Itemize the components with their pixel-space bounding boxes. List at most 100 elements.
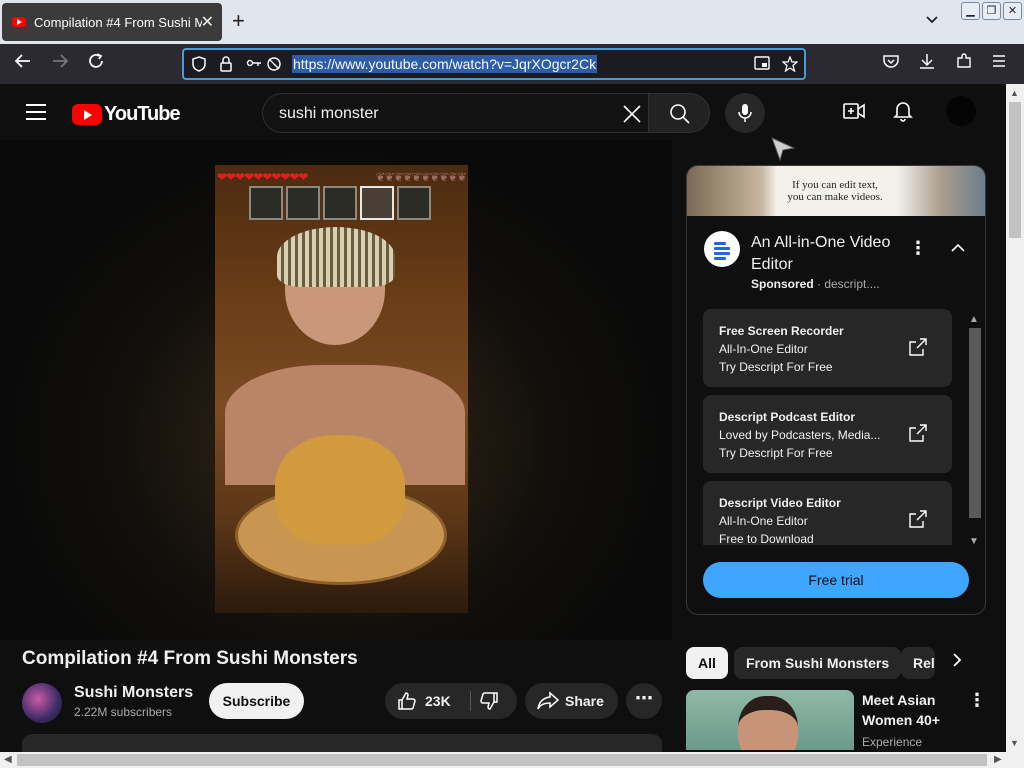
youtube-favicon-icon: [12, 17, 26, 27]
scroll-down-arrow-icon[interactable]: ▼: [1010, 738, 1019, 748]
forward-icon[interactable]: [51, 52, 69, 75]
close-window-icon[interactable]: ✕: [1003, 2, 1022, 20]
search-icon: [670, 104, 690, 124]
create-video-icon[interactable]: [843, 102, 865, 125]
downloads-icon[interactable]: [919, 53, 935, 74]
external-link-icon: [908, 337, 928, 362]
ad-card-list: Free Screen Recorder All-In-One Editor T…: [703, 309, 953, 545]
permissions-icon[interactable]: [246, 56, 262, 74]
subscribe-button[interactable]: Subscribe: [209, 683, 304, 719]
browser-tab-bar: Compilation #4 From Sushi Monsters - You…: [0, 0, 1024, 44]
vertical-scroll-thumb[interactable]: [1009, 102, 1021, 238]
ad-title[interactable]: An All-in-One Video Editor: [751, 232, 891, 276]
game-hunger: ❦❦❦❦❦❦❦❦❦❦: [375, 170, 467, 184]
scroll-left-arrow-icon[interactable]: ◀: [4, 754, 12, 765]
external-link-icon: [908, 509, 928, 534]
like-dislike-group: 23K: [385, 683, 517, 719]
youtube-header: YouTube sushi monster: [0, 84, 1006, 140]
account-avatar[interactable]: [946, 96, 976, 126]
dislike-button[interactable]: [479, 691, 499, 716]
like-button[interactable]: [397, 691, 417, 716]
search-input[interactable]: sushi monster: [262, 93, 648, 133]
scroll-up-icon[interactable]: ▲: [969, 314, 979, 325]
url-text[interactable]: https://www.youtube.com/watch?v=JqrXOgcr…: [292, 55, 598, 73]
subscriber-count: 2.22M subscribers: [74, 705, 173, 719]
ad-sponsor-line: Sponsored · descript....: [751, 277, 880, 291]
search-query[interactable]: sushi monster: [279, 105, 379, 123]
channel-avatar[interactable]: [22, 683, 62, 723]
chip-related[interactable]: Rel: [901, 647, 935, 679]
roast-chicken: [275, 435, 405, 545]
recommended-video-thumbnail[interactable]: [686, 690, 854, 750]
hotbar-slot: [323, 186, 357, 220]
hotbar-slot-carrot: [397, 186, 431, 220]
back-icon[interactable]: [14, 52, 32, 75]
microphone-icon: [738, 104, 752, 122]
reload-icon[interactable]: [87, 52, 105, 75]
thumbs-up-icon: [398, 692, 416, 710]
reader-view-icon[interactable]: [754, 56, 770, 74]
ad-card[interactable]: Descript Podcast Editor Loved by Podcast…: [703, 395, 952, 473]
chips-next-icon[interactable]: [952, 652, 962, 673]
notifications-bell-icon[interactable]: [893, 100, 913, 127]
ad-card[interactable]: Descript Video Editor All-In-One Editor …: [703, 481, 952, 545]
thumbnail-face: [738, 696, 798, 750]
pocket-icon[interactable]: [883, 54, 899, 73]
hotbar-slot-chicken: [360, 186, 394, 220]
tab-close-icon[interactable]: ✕: [201, 12, 214, 32]
voice-search-button[interactable]: [725, 93, 765, 133]
ad-card-scrollbar[interactable]: ▲ ▼: [967, 314, 981, 550]
window-controls: ▁ ❐ ✕: [961, 2, 1022, 20]
ad-banner-text: If you can edit text, you can make video…: [787, 179, 883, 203]
ad-card[interactable]: Free Screen Recorder All-In-One Editor T…: [703, 309, 952, 387]
scroll-right-arrow-icon[interactable]: ▶: [994, 754, 1002, 765]
external-link-icon: [908, 423, 928, 448]
chip-from-channel[interactable]: From Sushi Monsters: [734, 647, 902, 679]
channel-name[interactable]: Sushi Monsters: [74, 684, 193, 702]
youtube-play-icon: [72, 104, 102, 125]
ad-banner[interactable]: If you can edit text, you can make video…: [687, 166, 985, 216]
browser-tab[interactable]: Compilation #4 From Sushi Monsters - You…: [2, 3, 222, 41]
video-frame[interactable]: ❤❤❤❤❤❤❤❤❤❤ ❦❦❦❦❦❦❦❦❦❦: [215, 165, 468, 613]
recommended-video-subtitle: Experience: [862, 735, 923, 749]
scroll-down-icon[interactable]: ▼: [969, 536, 979, 547]
tab-title: Compilation #4 From Sushi Monsters - You…: [34, 14, 202, 30]
scroll-up-arrow-icon[interactable]: ▲: [1010, 88, 1019, 98]
bookmark-star-icon[interactable]: [781, 55, 799, 76]
free-trial-button[interactable]: Free trial: [703, 562, 969, 598]
more-actions-button[interactable]: ⋯: [626, 683, 662, 719]
list-all-tabs-icon[interactable]: [925, 12, 939, 28]
extensions-icon[interactable]: [956, 53, 972, 74]
recommended-menu-icon[interactable]: ⋮: [968, 690, 986, 711]
video-title: Compilation #4 From Sushi Monsters: [22, 648, 358, 669]
descript-logo-icon[interactable]: [704, 231, 740, 267]
ad-advertiser: · descript....: [813, 277, 880, 291]
new-tab-button[interactable]: +: [232, 8, 245, 34]
horizontal-scroll-thumb[interactable]: [17, 754, 987, 766]
browser-nav-bar: https://www.youtube.com/watch?v=JqrXOgcr…: [0, 44, 1024, 84]
search-button[interactable]: [648, 93, 710, 133]
minimize-icon[interactable]: ▁: [961, 2, 980, 20]
page-vertical-scrollbar[interactable]: ▲ ▼: [1006, 84, 1024, 752]
sponsored-ad-panel: If you can edit text, you can make video…: [686, 165, 986, 615]
mouse-cursor-icon: [770, 136, 796, 167]
share-icon: [537, 691, 559, 710]
address-bar[interactable]: https://www.youtube.com/watch?v=JqrXOgcr…: [182, 48, 806, 80]
app-menu-icon[interactable]: [992, 54, 1006, 72]
person-hair: [277, 227, 395, 287]
tracking-blocked-icon[interactable]: [266, 56, 282, 76]
scrollbar-thumb[interactable]: [969, 328, 981, 518]
chip-all[interactable]: All: [686, 647, 728, 679]
lock-icon[interactable]: [220, 56, 232, 76]
recommended-video-title[interactable]: Meet Asian Women 40+: [862, 690, 962, 730]
ad-menu-icon[interactable]: ⋮: [909, 238, 927, 259]
shield-icon[interactable]: [192, 56, 206, 76]
youtube-logo[interactable]: YouTube: [72, 103, 181, 126]
game-hearts: ❤❤❤❤❤❤❤❤❤❤: [217, 170, 309, 184]
clear-search-icon[interactable]: [622, 98, 642, 131]
restore-icon[interactable]: ❐: [982, 2, 1001, 20]
share-button[interactable]: Share: [525, 683, 618, 719]
collapse-chevron-icon[interactable]: [951, 240, 965, 256]
guide-menu-icon[interactable]: [26, 104, 46, 125]
page-horizontal-scrollbar[interactable]: ◀ ▶: [0, 752, 1024, 768]
